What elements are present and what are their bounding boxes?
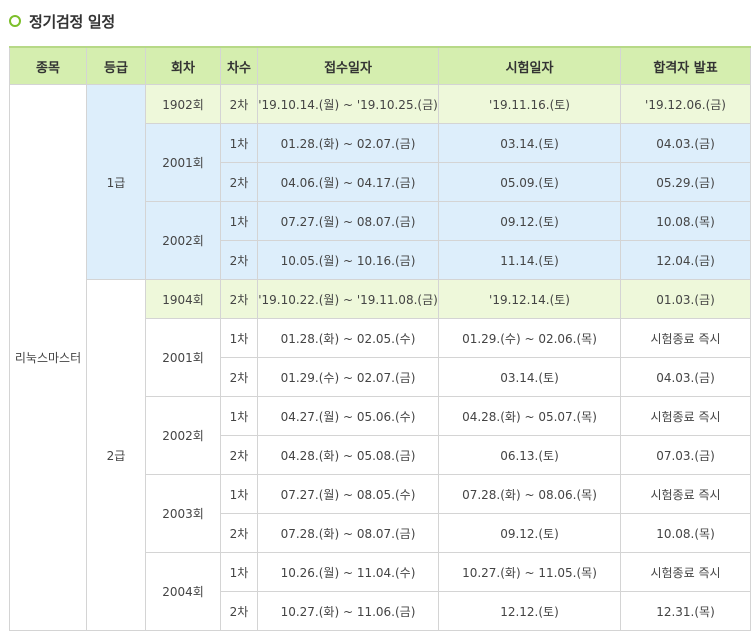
registration-cell: '19.10.22.(월) ~ '19.11.08.(금) [257,279,439,319]
circle-bullet-icon [9,15,21,27]
round-cell: 2002회 [145,396,221,475]
registration-cell: 10.27.(화) ~ 11.06.(금) [257,591,439,631]
sequence-cell: 1차 [220,318,258,358]
exam-cell: 12.12.(토) [438,591,621,631]
grade-cell: 1급 [86,84,146,280]
sequence-cell: 2차 [220,279,258,319]
round-cell: 2001회 [145,318,221,397]
round-cell: 1904회 [145,279,221,319]
result-cell: 10.08.(목) [620,201,751,241]
header-sequence: 차수 [220,46,258,85]
table-row: 리눅스마스터 1급 1902회 2차 '19.10.14.(월) ~ '19.1… [9,84,751,631]
registration-cell: 07.28.(화) ~ 08.07.(금) [257,513,439,553]
sequence-cell: 2차 [220,240,258,280]
round-cell: 2004회 [145,552,221,631]
result-cell: 시험종료 즉시 [620,474,751,514]
sequence-cell: 2차 [220,84,258,124]
exam-cell: 11.14.(토) [438,240,621,280]
result-cell: '19.12.06.(금) [620,84,751,124]
registration-cell: 04.28.(화) ~ 05.08.(금) [257,435,439,475]
exam-cell: 04.28.(화) ~ 05.07.(목) [438,396,621,436]
round-cell: 2002회 [145,201,221,280]
table-row: 2급 1904회 2차 '19.10.22.(월) ~ '19.11.08.(금… [10,279,751,631]
header-round: 회차 [145,46,221,85]
header-grade: 등급 [86,46,146,85]
grade-cell: 2급 [86,279,146,631]
header-registration-date: 접수일자 [257,46,439,85]
header-subject: 종목 [9,46,87,85]
sequence-cell: 2차 [220,162,258,202]
subject-cell: 리눅스마스터 [9,84,87,631]
page-title: 정기검정 일정 [29,13,115,31]
registration-cell: 07.27.(월) ~ 08.05.(수) [257,474,439,514]
registration-cell: 07.27.(월) ~ 08.07.(금) [257,201,439,241]
registration-cell: 04.27.(월) ~ 05.06.(수) [257,396,439,436]
sequence-cell: 2차 [220,435,258,475]
result-cell: 04.03.(금) [620,357,751,397]
schedule-table: 종목 등급 회차 차수 접수일자 시험일자 합격자 발표 리눅스마스터 1급 1… [9,46,751,631]
exam-cell: 03.14.(토) [438,123,621,163]
exam-cell: 06.13.(토) [438,435,621,475]
exam-cell: 10.27.(화) ~ 11.05.(목) [438,552,621,592]
exam-cell: 09.12.(토) [438,513,621,553]
section-header: 정기검정 일정 [0,0,753,46]
result-cell: 10.08.(목) [620,513,751,553]
registration-cell: '19.10.14.(월) ~ '19.10.25.(금) [257,84,439,124]
exam-cell: 05.09.(토) [438,162,621,202]
registration-cell: 04.06.(월) ~ 04.17.(금) [257,162,439,202]
sequence-cell: 1차 [220,201,258,241]
sequence-cell: 1차 [220,396,258,436]
registration-cell: 01.28.(화) ~ 02.07.(금) [257,123,439,163]
result-cell: 시험종료 즉시 [620,318,751,358]
result-cell: 01.03.(금) [620,279,751,319]
registration-cell: 10.26.(월) ~ 11.04.(수) [257,552,439,592]
exam-cell: 07.28.(화) ~ 08.06.(목) [438,474,621,514]
registration-cell: 01.28.(화) ~ 02.05.(수) [257,318,439,358]
registration-cell: 01.29.(수) ~ 02.07.(금) [257,357,439,397]
exam-cell: 01.29.(수) ~ 02.06.(목) [438,318,621,358]
sequence-cell: 2차 [220,591,258,631]
round-cell: 2001회 [145,123,221,202]
header-result-date: 합격자 발표 [620,46,751,85]
table-header-row: 종목 등급 회차 차수 접수일자 시험일자 합격자 발표 [9,46,751,85]
exam-cell: 03.14.(토) [438,357,621,397]
sequence-cell: 1차 [220,552,258,592]
result-cell: 05.29.(금) [620,162,751,202]
registration-cell: 10.05.(월) ~ 10.16.(금) [257,240,439,280]
sequence-cell: 1차 [220,474,258,514]
round-cell: 1902회 [145,84,221,124]
sequence-cell: 2차 [220,513,258,553]
result-cell: 07.03.(금) [620,435,751,475]
round-cell: 2003회 [145,474,221,553]
exam-cell: 09.12.(토) [438,201,621,241]
result-cell: 12.04.(금) [620,240,751,280]
exam-cell: '19.11.16.(토) [438,84,621,124]
header-exam-date: 시험일자 [438,46,621,85]
result-cell: 04.03.(금) [620,123,751,163]
sequence-cell: 2차 [220,357,258,397]
result-cell: 시험종료 즉시 [620,396,751,436]
exam-cell: '19.12.14.(토) [438,279,621,319]
result-cell: 12.31.(목) [620,591,751,631]
result-cell: 시험종료 즉시 [620,552,751,592]
sequence-cell: 1차 [220,123,258,163]
